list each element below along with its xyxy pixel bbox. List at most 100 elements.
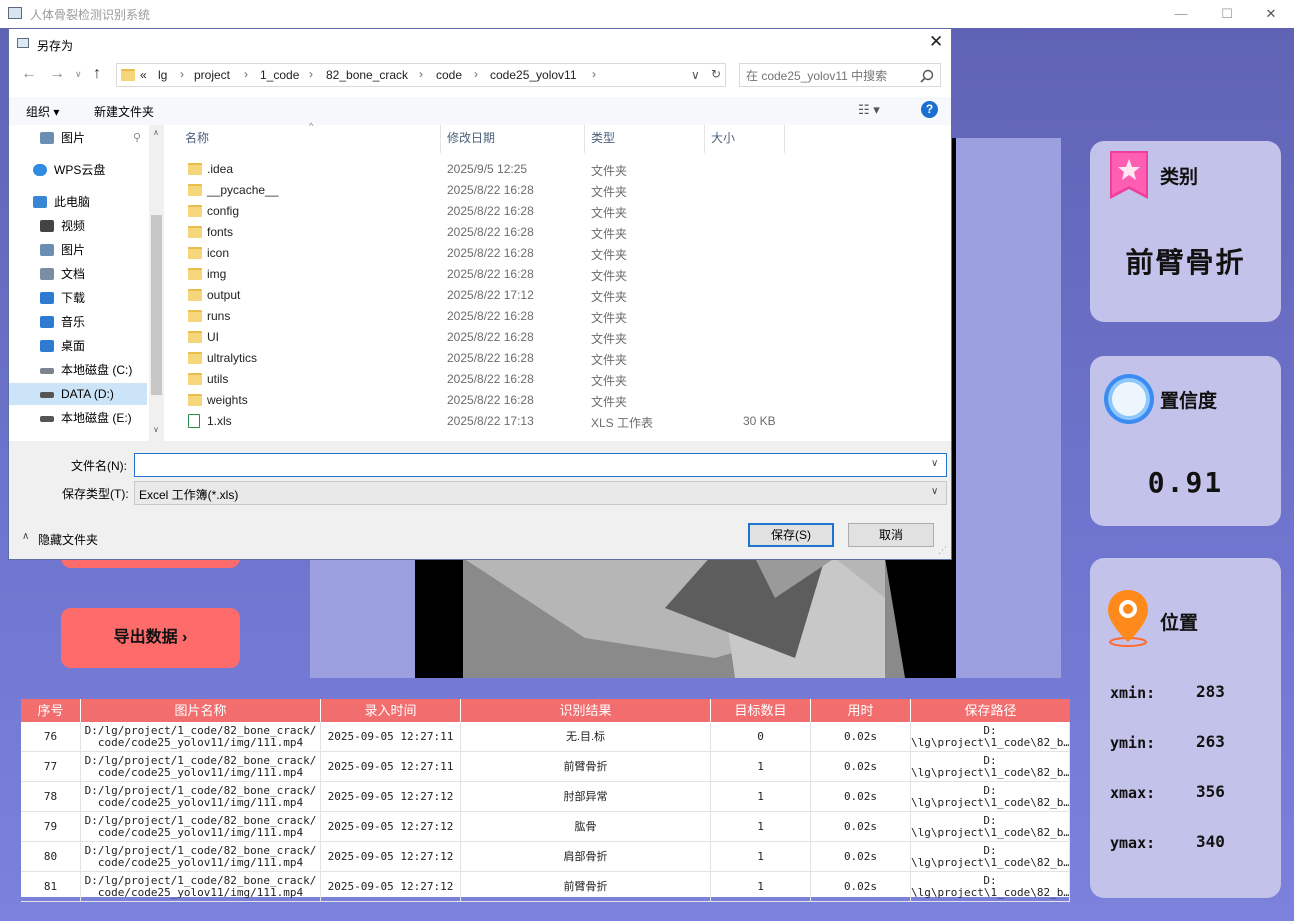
search-box[interactable] — [739, 63, 941, 87]
file-row[interactable]: runs 2025/8/22 16:28 文件夹 — [169, 306, 949, 327]
breadcrumb-project[interactable]: project — [194, 68, 230, 82]
file-row[interactable]: 1.xls 2025/8/22 17:13 XLS 工作表 30 KB — [169, 411, 949, 432]
xmax-value: 356 — [1196, 782, 1225, 801]
search-icon[interactable] — [920, 69, 934, 83]
filetype-value[interactable]: Excel 工作簿(*.xls) — [139, 486, 238, 503]
nav-item-label: 本地磁盘 (C:) — [61, 363, 133, 377]
folder-icon — [188, 373, 202, 385]
organize-menu[interactable]: 组织 ▾ — [26, 103, 59, 120]
nav-item[interactable]: 图片 — [9, 239, 147, 261]
address-dropdown-icon[interactable]: ∨ — [691, 68, 700, 82]
header-count[interactable]: 目标数目 — [711, 699, 811, 722]
export-data-button[interactable]: 导出数据 › — [61, 608, 240, 668]
nav-item[interactable]: 图片 ⚲ — [9, 127, 147, 149]
cancel-button[interactable]: 取消 — [848, 523, 934, 547]
refresh-icon[interactable]: ↻ — [711, 67, 721, 81]
file-row[interactable]: config 2025/8/22 16:28 文件夹 — [169, 201, 949, 222]
up-arrow-icon[interactable]: ↑ — [93, 65, 101, 83]
nav-item[interactable]: 本地磁盘 (C:) — [9, 359, 147, 381]
table-row[interactable]: 79 D:/lg/project/1_code/82_bone_crack/cod… — [21, 812, 1070, 842]
app-title-bar: 人体骨裂检测识别系统 — ☐ ✕ — [0, 0, 1294, 28]
file-row[interactable]: img 2025/8/22 16:28 文件夹 — [169, 264, 949, 285]
nav-item-label: 下载 — [61, 291, 86, 305]
file-type: 文件夹 — [591, 248, 628, 262]
table-row[interactable]: 78 D:/lg/project/1_code/82_bone_crack/cod… — [21, 782, 1070, 812]
table-cell-line: code/code25_yolov11/img/111.mp4 — [97, 796, 304, 809]
nav-item[interactable]: 桌面 — [9, 335, 147, 357]
table-row[interactable]: 80 D:/lg/project/1_code/82_bone_crack/cod… — [21, 842, 1070, 872]
nav-item[interactable]: 音乐 — [9, 311, 147, 333]
table-row[interactable]: 76 D:/lg/project/1_code/82_bone_crack/cod… — [21, 722, 1070, 752]
column-name[interactable]: 名称 — [185, 129, 209, 146]
table-row[interactable]: 77 D:/lg/project/1_code/82_bone_crack/cod… — [21, 752, 1070, 782]
help-icon[interactable]: ? — [921, 101, 938, 118]
filename-dropdown-icon[interactable]: ∨ — [931, 458, 938, 469]
close-icon[interactable]: ✕ — [1248, 0, 1294, 28]
view-options-icon[interactable]: ☷ ▾ — [858, 102, 880, 118]
nav-item[interactable]: WPS云盘 — [9, 159, 147, 181]
breadcrumb-lg[interactable]: lg — [158, 68, 167, 82]
breadcrumb-code25-yolov11[interactable]: code25_yolov11 — [490, 68, 577, 82]
header-id[interactable]: 序号 — [21, 699, 81, 722]
nav-item[interactable]: DATA (D:) — [9, 383, 147, 405]
results-table: 序号 图片名称 录入时间 识别结果 目标数目 用时 保存路径 76 D:/lg/p… — [21, 699, 1070, 902]
file-row[interactable]: fonts 2025/8/22 16:28 文件夹 — [169, 222, 949, 243]
file-row[interactable]: weights 2025/8/22 16:28 文件夹 — [169, 390, 949, 411]
pin-icon[interactable]: ⚲ — [133, 127, 141, 149]
nav-item[interactable]: 下载 — [9, 287, 147, 309]
forward-arrow-icon[interactable]: → — [49, 65, 65, 83]
nav-scrollbar[interactable]: ∧ ∨ — [149, 125, 164, 441]
nav-item[interactable]: 此电脑 — [9, 191, 147, 213]
file-date: 2025/8/22 16:28 — [447, 330, 534, 344]
file-row[interactable]: icon 2025/8/22 16:28 文件夹 — [169, 243, 949, 264]
minimize-icon[interactable]: — — [1158, 0, 1204, 28]
dialog-close-icon[interactable]: ✕ — [929, 32, 943, 52]
nav-item[interactable]: 视频 — [9, 215, 147, 237]
file-row[interactable]: __pycache__ 2025/8/22 16:28 文件夹 — [169, 180, 949, 201]
address-bar[interactable]: « lg › project › 1_code › 82_bone_crack … — [116, 63, 726, 87]
filename-field[interactable]: ∨ — [134, 453, 947, 477]
breadcrumb-1-code[interactable]: 1_code — [260, 68, 299, 82]
resize-grip-icon[interactable]: ⋰ — [938, 545, 947, 556]
new-folder-button[interactable]: 新建文件夹 — [94, 103, 154, 120]
nav-item[interactable]: 文档 — [9, 263, 147, 285]
breadcrumb-code[interactable]: code — [436, 68, 462, 82]
nav-scroll-thumb[interactable] — [151, 215, 162, 395]
header-duration[interactable]: 用时 — [811, 699, 911, 722]
column-size[interactable]: 大小 — [711, 129, 735, 146]
breadcrumb-82-bone-crack[interactable]: 82_bone_crack — [326, 68, 408, 82]
header-image-name[interactable]: 图片名称 — [81, 699, 321, 722]
table-cell-dur: 0.02s — [811, 722, 911, 752]
table-row[interactable]: 81 D:/lg/project/1_code/82_bone_crack/cod… — [21, 872, 1070, 902]
column-type[interactable]: 类型 — [591, 129, 615, 146]
header-save-path[interactable]: 保存路径 — [911, 699, 1070, 722]
file-row[interactable]: ultralytics 2025/8/22 16:28 文件夹 — [169, 348, 949, 369]
dialog-bottom-pane: 文件名(N): ∨ 保存类型(T): Excel 工作簿(*.xls) ∨ ∧ … — [9, 441, 951, 559]
save-button[interactable]: 保存(S) — [748, 523, 834, 547]
search-input[interactable] — [744, 66, 918, 86]
file-type: 文件夹 — [591, 353, 628, 367]
file-row[interactable]: UI 2025/8/22 16:28 文件夹 — [169, 327, 949, 348]
back-arrow-icon[interactable]: ← — [21, 65, 37, 83]
file-type: 文件夹 — [591, 206, 628, 220]
file-name: config — [207, 204, 240, 218]
nav-item[interactable]: 本地磁盘 (E:) — [9, 407, 147, 429]
filetype-select[interactable]: Excel 工作簿(*.xls) ∨ — [134, 481, 947, 505]
table-cell-path: D: \lg\project\1_code\82_b… — [911, 752, 1070, 782]
column-date[interactable]: 修改日期 — [447, 129, 495, 146]
maximize-icon[interactable]: ☐ — [1204, 0, 1250, 28]
file-row[interactable]: .idea 2025/9/5 12:25 文件夹 — [169, 159, 949, 180]
header-result[interactable]: 识别结果 — [461, 699, 711, 722]
xmin-label: xmin: — [1110, 684, 1156, 702]
chevron-up-icon[interactable]: ∧ — [22, 531, 29, 542]
hide-folders-toggle[interactable]: 隐藏文件夹 — [38, 531, 98, 548]
file-row[interactable]: utils 2025/8/22 16:28 文件夹 — [169, 369, 949, 390]
header-time[interactable]: 录入时间 — [321, 699, 461, 722]
category-title: 类别 — [1160, 167, 1199, 188]
recent-dropdown-icon[interactable]: ∨ — [75, 69, 82, 80]
file-row[interactable]: output 2025/8/22 17:12 文件夹 — [169, 285, 949, 306]
table-cell-line: \lg\project\1_code\82_b… — [911, 856, 1070, 869]
table-cell-time: 2025-09-05 12:27:11 — [321, 722, 461, 752]
filetype-dropdown-icon[interactable]: ∨ — [931, 486, 938, 497]
address-prefix[interactable]: « — [140, 68, 147, 82]
